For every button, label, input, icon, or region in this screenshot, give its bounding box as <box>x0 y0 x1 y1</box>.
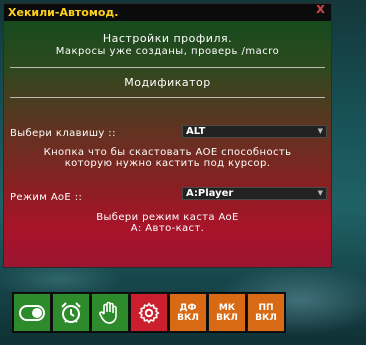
aoe-mode-desc-line1: Выбери режим каста AoE <box>96 212 239 223</box>
key-select-desc-line1: Кнопка что бы скастовать AOE способность <box>43 147 292 158</box>
settings-button[interactable] <box>130 293 168 332</box>
section-title: Модификатор <box>124 76 211 89</box>
macros-note: Макросы уже созданы, проверь /macro <box>55 46 280 57</box>
cooldowns-button[interactable] <box>52 293 90 332</box>
df-toggle-state: ВКЛ <box>177 312 199 323</box>
settings-window: Хекили-Автомод. x Настройки профиля. Мак… <box>3 1 332 268</box>
mk-toggle-state: ВКЛ <box>216 312 238 323</box>
toggle-button[interactable] <box>13 293 51 332</box>
profile-settings-title: Настройки профиля. <box>102 32 233 45</box>
dropdown-arrow-icon: ▼ <box>317 189 323 197</box>
key-select-dropdown[interactable]: ALT ▼ <box>182 125 327 138</box>
mk-toggle-label: МК <box>218 302 236 313</box>
toggle-toolbar: ДФ ВКЛ МК ВКЛ ПП ВКЛ <box>12 292 286 333</box>
df-toggle-button[interactable]: ДФ ВКЛ <box>169 293 207 332</box>
interrupt-button[interactable] <box>91 293 129 332</box>
df-toggle-label: ДФ <box>179 302 197 313</box>
gear-icon <box>138 302 160 323</box>
divider <box>10 67 325 68</box>
toggle-icon <box>19 304 45 321</box>
alarm-clock-icon <box>61 301 81 323</box>
divider <box>10 97 325 98</box>
aoe-mode-value: A:Player <box>186 188 234 199</box>
mk-toggle-button[interactable]: МК ВКЛ <box>208 293 246 332</box>
aoe-mode-label: Режим AoE :: <box>10 192 83 203</box>
window-title: Хекили-Автомод. <box>8 6 119 19</box>
close-icon[interactable]: x <box>316 1 325 18</box>
key-select-desc-line2: которую нужно кастить под курсор. <box>64 158 271 169</box>
key-select-label: Выбери клавишу :: <box>10 128 116 139</box>
pp-toggle-button[interactable]: ПП ВКЛ <box>247 293 285 332</box>
aoe-mode-desc-line2: А: Авто-каст. <box>130 223 205 234</box>
pp-toggle-label: ПП <box>258 302 274 313</box>
hand-icon <box>99 301 117 324</box>
window-titlebar[interactable]: Хекили-Автомод. x <box>4 1 331 21</box>
pp-toggle-state: ВКЛ <box>255 312 277 323</box>
key-select-value: ALT <box>186 126 206 137</box>
aoe-mode-dropdown[interactable]: A:Player ▼ <box>182 187 327 200</box>
dropdown-arrow-icon: ▼ <box>317 127 323 135</box>
